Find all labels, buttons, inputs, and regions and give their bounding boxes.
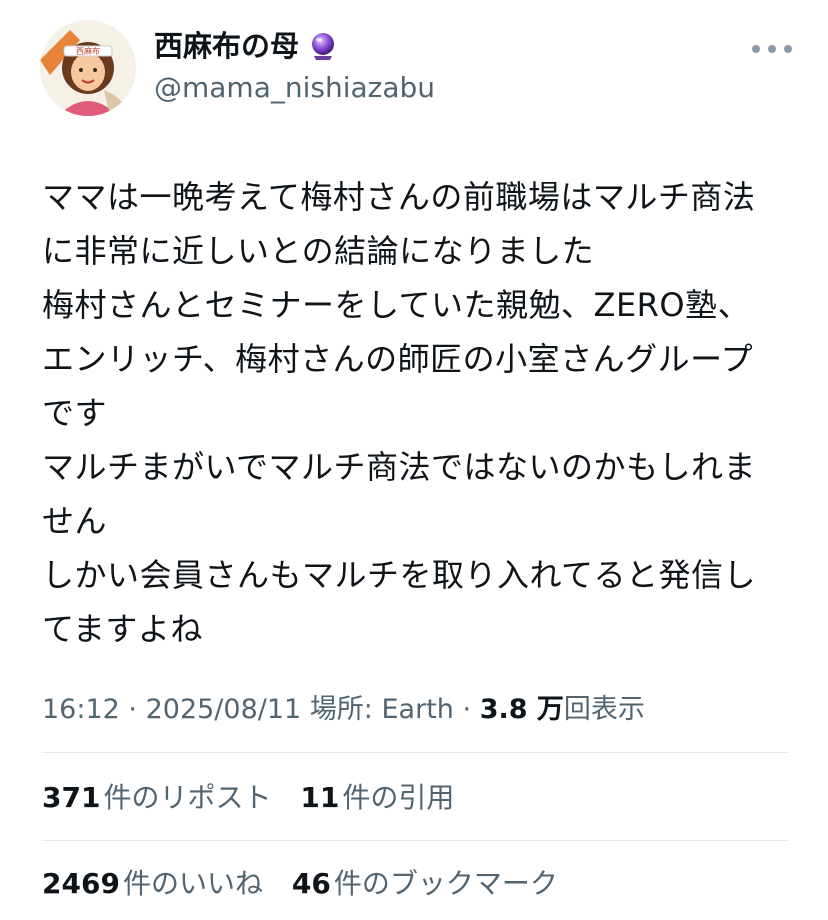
view-count: 3.8 万 xyxy=(479,694,564,725)
tweet-text: ママは一晩考えて梅村さんの前職場はマルチ商法 に非常に近しいとの結論になりました… xyxy=(42,170,802,656)
tweet-line: です xyxy=(42,394,108,432)
meta-separator: · xyxy=(128,694,137,725)
tweet-meta: 16:12 · 2025/08/11 場所: Earth · 3.8 万回表示 xyxy=(42,690,645,730)
divider xyxy=(42,840,788,841)
tweet-line: エンリッチ、梅村さんの師匠の小室さんグループ xyxy=(42,340,754,378)
reposts-label: 件のリポスト xyxy=(103,781,272,814)
likes-count: 2469 xyxy=(42,867,120,900)
tweet-line: てますよね xyxy=(42,610,203,648)
avatar[interactable]: 西麻布 xyxy=(40,20,136,116)
bookmarks-label: 件のブックマーク xyxy=(333,867,558,900)
crystal-ball-icon xyxy=(307,30,339,62)
quotes-count: 11 xyxy=(300,781,340,814)
tweet-location: 場所: Earth xyxy=(309,694,454,725)
display-name[interactable]: 西麻布の母 xyxy=(154,28,339,64)
meta-separator: · xyxy=(462,694,472,725)
reposts-link[interactable]: 371 件のリポスト xyxy=(42,778,271,818)
bookmarks-link[interactable]: 46 件のブックマーク xyxy=(292,864,558,904)
quotes-link[interactable]: 11 件の引用 xyxy=(300,778,454,818)
stats-row-reposts: 371 件のリポスト 11 件の引用 xyxy=(42,778,474,818)
likes-link[interactable]: 2469 件のいいね xyxy=(42,864,263,904)
tweet-date[interactable]: 2025/08/11 xyxy=(146,694,302,725)
quotes-label: 件の引用 xyxy=(342,781,455,814)
divider xyxy=(42,752,788,753)
user-handle[interactable]: @mama_nishiazabu xyxy=(154,70,435,106)
avatar-illustration: 西麻布 xyxy=(40,20,136,116)
more-options-icon[interactable] xyxy=(752,42,792,56)
dot xyxy=(768,45,776,53)
avatar-headband-text: 西麻布 xyxy=(76,46,100,56)
dot xyxy=(784,45,792,53)
tweet-line: 梅村さんとセミナーをしていた親勉、ZERO塾、 xyxy=(42,286,751,324)
tweet-line: に非常に近しいとの結論になりました xyxy=(42,232,595,270)
tweet-line: ママは一晩考えて梅村さんの前職場はマルチ商法 xyxy=(42,178,756,216)
tweet-time[interactable]: 16:12 xyxy=(42,694,120,725)
tweet-line: せん xyxy=(42,502,108,540)
likes-label: 件のいいね xyxy=(122,867,263,900)
reposts-count: 371 xyxy=(42,781,101,814)
stats-row-likes: 2469 件のいいね 46 件のブックマーク xyxy=(42,864,578,904)
bookmarks-count: 46 xyxy=(291,867,331,900)
tweet-line: しかい会員さんもマルチを取り入れてると発信し xyxy=(42,556,757,594)
view-label: 回表示 xyxy=(563,694,645,725)
display-name-text[interactable]: 西麻布の母 xyxy=(154,28,299,64)
dot xyxy=(752,45,760,53)
tweet-line: マルチまがいでマルチ商法ではないのかもしれま xyxy=(42,448,757,486)
